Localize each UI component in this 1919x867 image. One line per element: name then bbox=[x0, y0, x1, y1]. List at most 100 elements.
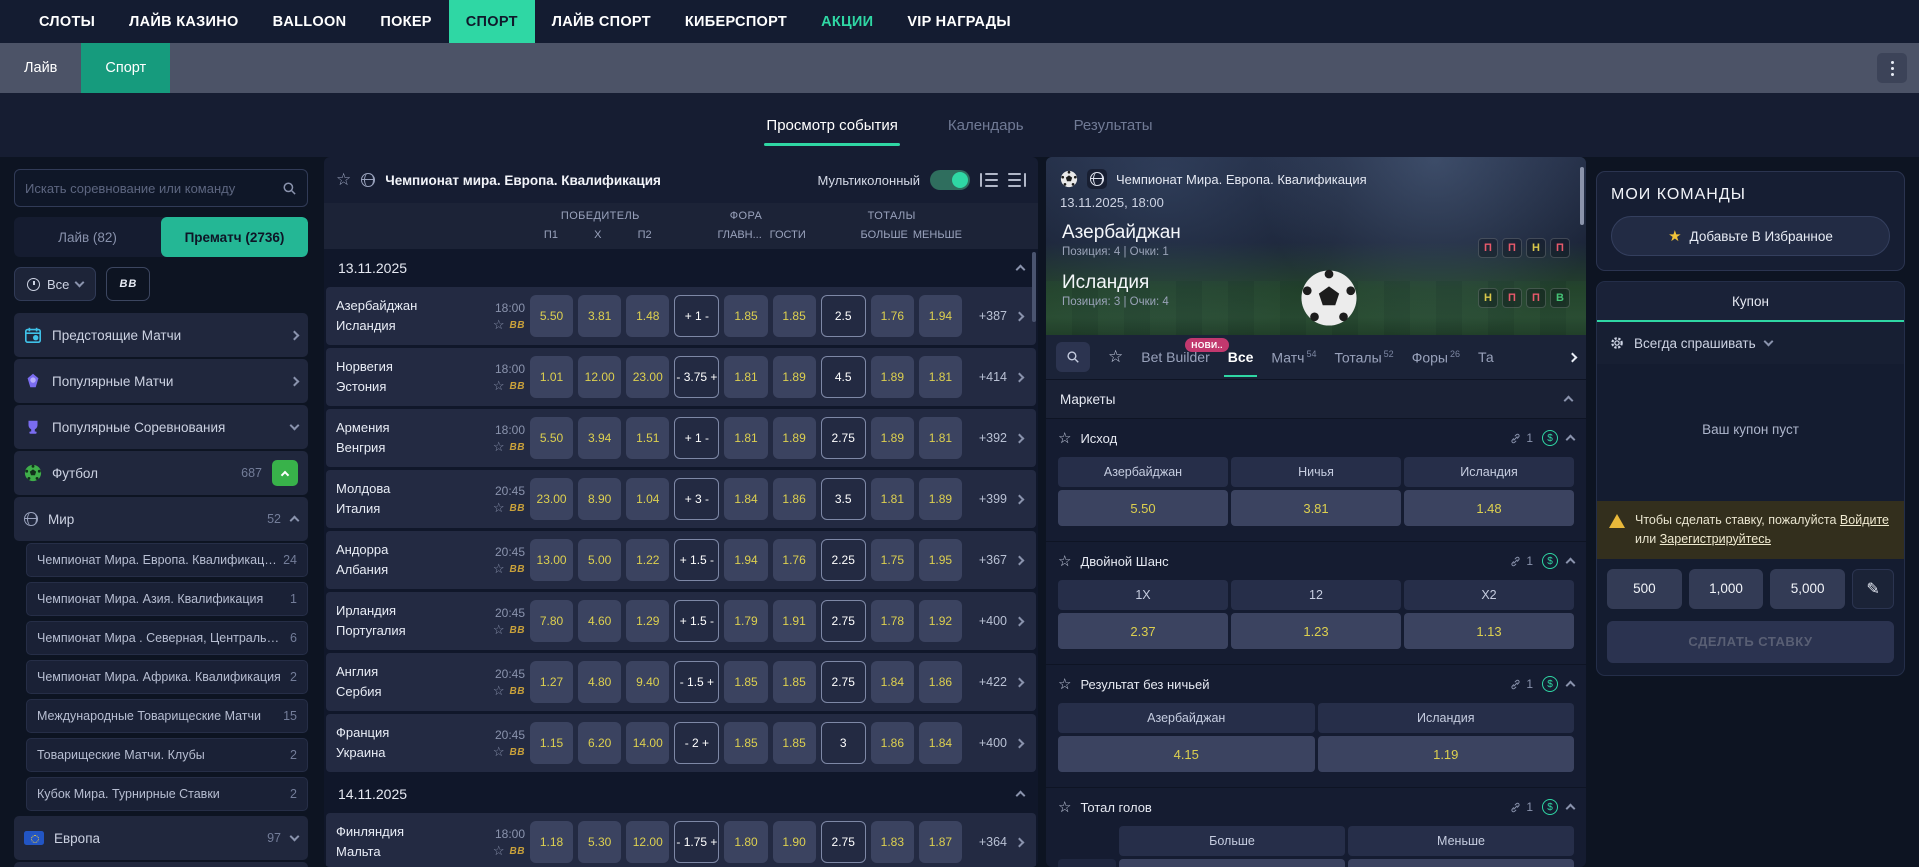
market-odds-button[interactable]: 3.81 bbox=[1231, 490, 1401, 526]
favorite-star-icon[interactable]: ☆ bbox=[493, 622, 505, 638]
tab-calendar[interactable]: Календарь bbox=[946, 109, 1026, 142]
match-row[interactable]: Ирландия Португалия 20:45 ☆ BB 7.80 4.60… bbox=[326, 592, 1036, 650]
nav-balloon[interactable]: BALLOON bbox=[256, 0, 364, 43]
match-teams[interactable]: Англия Сербия bbox=[336, 662, 468, 702]
accept-odds-dropdown[interactable]: Всегда спрашивать bbox=[1597, 322, 1904, 364]
more-markets-link[interactable]: +367 bbox=[967, 553, 1007, 567]
register-link[interactable]: Зарегистрируйтесь bbox=[1660, 532, 1771, 546]
more-markets-link[interactable]: +400 bbox=[967, 736, 1007, 750]
total-line-button[interactable]: 3 bbox=[820, 722, 866, 764]
total-under-button[interactable]: 1.87 bbox=[918, 821, 962, 863]
market-odds-button[interactable]: 5.50 bbox=[1058, 490, 1228, 526]
sidebar-item-popular-competitions[interactable]: Популярные Соревнования bbox=[14, 405, 308, 449]
sidebar-item-upcoming[interactable]: Предстоящие Матчи bbox=[14, 313, 308, 357]
handicap-home-button[interactable]: 1.84 bbox=[724, 478, 768, 520]
handicap-away-button[interactable]: 1.89 bbox=[772, 356, 816, 398]
tab-results[interactable]: Результаты bbox=[1072, 109, 1155, 142]
market-odds-button[interactable]: 4.15 bbox=[1058, 736, 1315, 772]
stake-500-button[interactable]: 500 bbox=[1607, 568, 1682, 609]
odds-p2-button[interactable]: 14.00 bbox=[626, 722, 670, 764]
total-line-button[interactable]: 2.75 bbox=[820, 661, 866, 703]
total-over-button[interactable]: 1.89 bbox=[870, 356, 914, 398]
total-over-button[interactable]: 1.84 bbox=[870, 661, 914, 703]
competition-item[interactable]: Чемпионат Мира . Северная, Центральна...… bbox=[26, 621, 308, 655]
handicap-home-button[interactable]: 1.80 bbox=[724, 821, 768, 863]
match-row[interactable]: Финляндия Мальта 18:00 ☆ BB 1.18 5.30 12… bbox=[326, 813, 1036, 867]
favorite-market-star-icon[interactable]: ☆ bbox=[1058, 552, 1071, 570]
tab-all-markets[interactable]: Все bbox=[1223, 349, 1258, 377]
competition-item[interactable]: Кубок Мира. Турнирные Ставки 2 bbox=[26, 777, 308, 811]
odds-draw-button[interactable]: 3.94 bbox=[578, 417, 622, 459]
time-filter-dropdown[interactable]: Все bbox=[14, 267, 97, 301]
nav-poker[interactable]: ПОКЕР bbox=[363, 0, 448, 43]
odds-draw-button[interactable]: 12.00 bbox=[578, 356, 622, 398]
collapse-market-chevron[interactable] bbox=[1565, 680, 1576, 691]
total-under-button[interactable]: 1.89 bbox=[918, 478, 962, 520]
tab-coupon[interactable]: Купон bbox=[1597, 282, 1904, 322]
market-odds-button[interactable]: 1.23 bbox=[1231, 613, 1401, 649]
handicap-line-button[interactable]: - 1.75 + bbox=[674, 821, 720, 863]
league-globe-chip[interactable] bbox=[1087, 169, 1107, 189]
more-menu-button[interactable] bbox=[1877, 53, 1907, 83]
odds-p2-button[interactable]: 12.00 bbox=[626, 821, 670, 863]
more-markets-link[interactable]: +399 bbox=[967, 492, 1007, 506]
tab-prematch-events[interactable]: Прематч (2736) bbox=[161, 217, 308, 257]
more-markets-link[interactable]: +400 bbox=[967, 614, 1007, 628]
favorite-market-star-icon[interactable]: ☆ bbox=[1058, 675, 1071, 693]
linked-markets-icon[interactable]: 1 bbox=[1509, 800, 1533, 814]
favorite-star-icon[interactable]: ☆ bbox=[493, 317, 505, 333]
match-row[interactable]: Молдова Италия 20:45 ☆ BB 23.00 8.90 1.0… bbox=[326, 470, 1036, 528]
odds-p2-button[interactable]: 23.00 bbox=[626, 356, 670, 398]
total-over-button[interactable]: 1.81 bbox=[870, 478, 914, 520]
tab-match[interactable]: Матч 54 bbox=[1271, 349, 1316, 366]
search-input[interactable] bbox=[25, 180, 282, 196]
favorite-star-icon[interactable]: ☆ bbox=[493, 744, 505, 760]
linked-markets-icon[interactable]: 1 bbox=[1509, 677, 1533, 691]
match-teams[interactable]: Андорра Албания bbox=[336, 540, 468, 580]
handicap-home-button[interactable]: 1.81 bbox=[724, 356, 768, 398]
handicap-line-button[interactable]: + 1.5 - bbox=[674, 600, 720, 642]
handicap-away-button[interactable]: 1.90 bbox=[772, 821, 816, 863]
odds-p1-button[interactable]: 7.80 bbox=[530, 600, 574, 642]
market-odds-button[interactable]: 1.48 bbox=[1404, 490, 1574, 526]
handicap-line-button[interactable]: - 3.75 + bbox=[674, 356, 720, 398]
match-teams[interactable]: Финляндия Мальта bbox=[336, 822, 468, 862]
handicap-home-button[interactable]: 1.81 bbox=[724, 417, 768, 459]
more-markets-link[interactable]: +392 bbox=[967, 431, 1007, 445]
sidebar-item-europe[interactable]: Европа 97 bbox=[14, 816, 308, 860]
nav-live-sport[interactable]: ЛАЙВ СПОРТ bbox=[535, 0, 668, 43]
favorite-star-icon[interactable]: ☆ bbox=[493, 843, 505, 859]
tab-event-view[interactable]: Просмотр события bbox=[764, 109, 901, 146]
competition-item[interactable]: Чемпионат Мира. Африка. Квалификация 2 bbox=[26, 660, 308, 694]
odds-p2-button[interactable]: 1.04 bbox=[626, 478, 670, 520]
total-under-button[interactable]: 1.92 bbox=[918, 600, 962, 642]
market-odds-button[interactable]: 1.035 bbox=[1119, 859, 1345, 867]
add-favorites-button[interactable]: ★ Добавьте В Избранное bbox=[1611, 216, 1890, 256]
match-row[interactable]: Франция Украина 20:45 ☆ BB 1.15 6.20 14.… bbox=[326, 714, 1036, 772]
handicap-away-button[interactable]: 1.85 bbox=[772, 722, 816, 764]
odds-p1-button[interactable]: 13.00 bbox=[530, 539, 574, 581]
total-over-button[interactable]: 1.83 bbox=[870, 821, 914, 863]
match-row[interactable]: Англия Сербия 20:45 ☆ BB 1.27 4.80 9.40 bbox=[326, 653, 1036, 711]
sidebar-item-world[interactable]: Мир 52 bbox=[14, 497, 308, 541]
stake-1000-button[interactable]: 1,000 bbox=[1688, 568, 1764, 609]
competition-item[interactable]: Товарищеские Матчи. Клубы 2 bbox=[26, 738, 308, 772]
handicap-away-button[interactable]: 1.89 bbox=[772, 417, 816, 459]
handicap-away-button[interactable]: 1.86 bbox=[772, 478, 816, 520]
odds-draw-button[interactable]: 5.30 bbox=[578, 821, 622, 863]
edit-stake-button[interactable]: ✎ bbox=[1852, 568, 1895, 609]
collapse-market-chevron[interactable] bbox=[1565, 557, 1576, 568]
market-odds-button[interactable]: 2.37 bbox=[1058, 613, 1228, 649]
handicap-home-button[interactable]: 1.79 bbox=[724, 600, 768, 642]
odds-p2-button[interactable]: 1.51 bbox=[626, 417, 670, 459]
date-group-header[interactable]: 14.11.2025 bbox=[324, 775, 1038, 813]
collapse-football-button[interactable] bbox=[272, 460, 298, 486]
favorite-market-star-icon[interactable]: ☆ bbox=[1058, 429, 1071, 447]
markets-section-header[interactable]: Маркеты bbox=[1046, 379, 1586, 419]
match-row[interactable]: Азербайджан Исландия 18:00 ☆ BB 5.50 3.8… bbox=[326, 287, 1036, 345]
tab-handicaps[interactable]: Форы 26 bbox=[1412, 349, 1460, 366]
total-line-button[interactable]: 2.5 bbox=[820, 295, 866, 337]
handicap-line-button[interactable]: + 1 - bbox=[674, 417, 720, 459]
competition-item[interactable]: Чемпионат Мира. Европа. Квалификация 24 bbox=[26, 543, 308, 577]
total-over-button[interactable]: 1.86 bbox=[870, 722, 914, 764]
